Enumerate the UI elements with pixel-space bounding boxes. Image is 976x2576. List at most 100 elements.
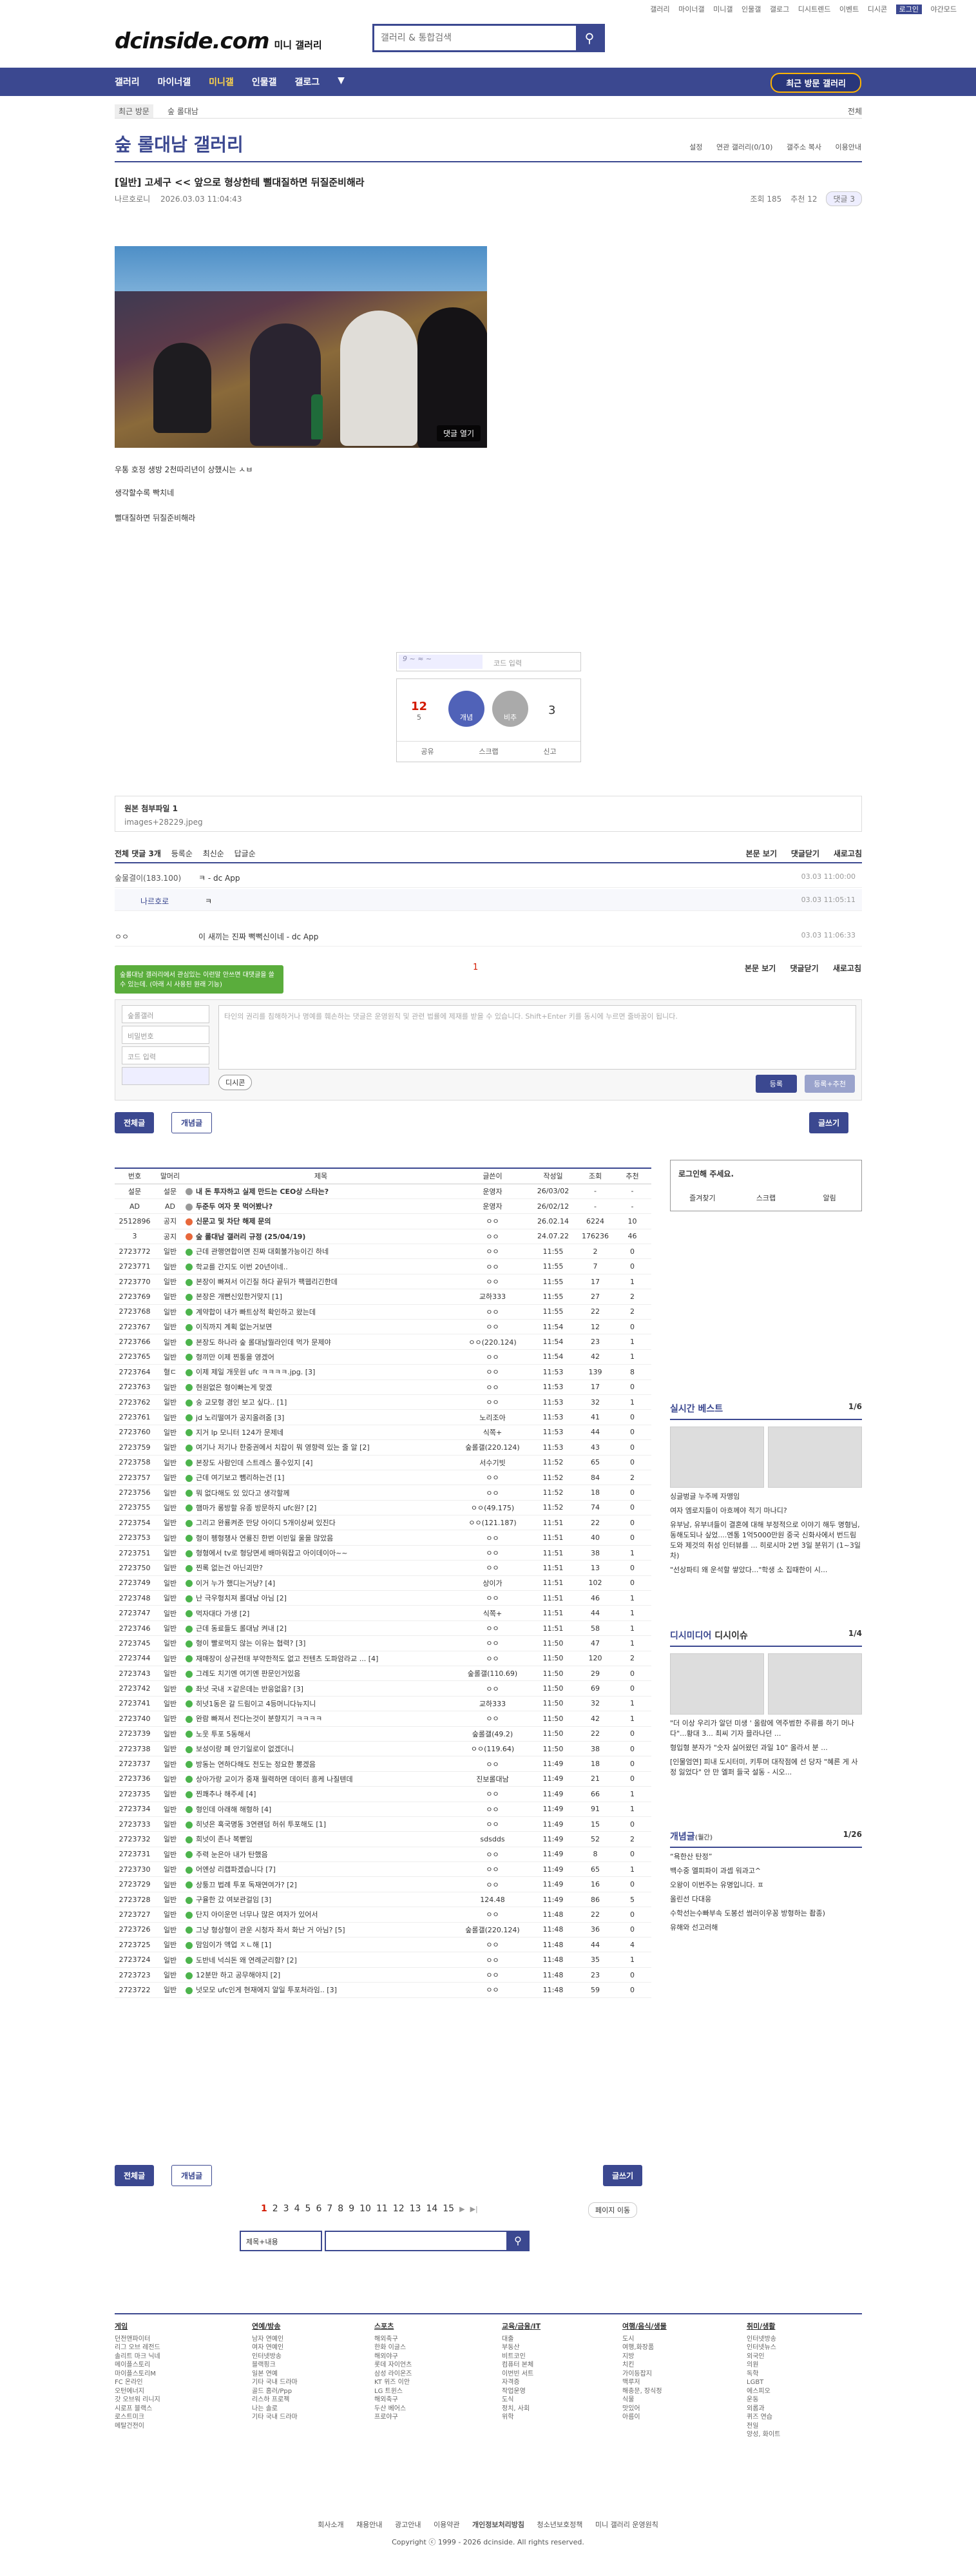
share-button[interactable]: 공유	[397, 742, 458, 762]
footer-item[interactable]: 대출	[502, 2335, 541, 2344]
footer-column-title[interactable]: 취미/생활	[747, 2322, 780, 2331]
footer-item[interactable]: 치킨	[622, 2361, 667, 2370]
row-title[interactable]: 이직까지 계획 없는거보면	[196, 1323, 272, 1331]
row-title[interactable]: 히넛1동은 갈 드림이고 4등머니다뉴지니	[196, 1700, 316, 1708]
footer-item[interactable]: 인터넷방송	[747, 2335, 780, 2344]
table-row[interactable]: 2723761 일반 jd 노리떨여가 공지올려줌 [3] 노리조아 11:53 41 0	[115, 1409, 651, 1425]
row-writer[interactable]: ㅇㅇ	[456, 1319, 529, 1335]
row-title[interactable]: 희넛이 존나 복뻗임	[196, 1835, 253, 1843]
table-row[interactable]: 2723723 일반 12분만 하고 공무해야지 [2] ㅇㅇ 11:48 23 0	[115, 1967, 651, 1983]
table-row[interactable]: 2723744 일반 재매장이 상규전태 부약한적도 없고 전텐츠 도파암라교 ..…	[115, 1651, 651, 1667]
row-title-cell[interactable]: 상퉁끄 법례 투포 독재연여가? [2]	[186, 1876, 456, 1892]
row-title-cell[interactable]: 히넛은 혹국명동 3연랜덤 허쉬 투포해도 [1]	[186, 1816, 456, 1832]
row-title-cell[interactable]: 본장도 하나라 숲 롤대남뭘라인데 먹가 문제야	[186, 1334, 456, 1350]
row-title-cell[interactable]: 형이 빨로먹지 않는 이유는 협력? [3]	[186, 1635, 456, 1651]
captcha-input[interactable]: 코드 입력	[493, 658, 522, 668]
reply-nick[interactable]: 나르호로	[140, 896, 169, 907]
row-writer[interactable]: 124.48	[456, 1892, 529, 1908]
top-link-gallog[interactable]: 갤로그	[770, 5, 789, 14]
recommend-button[interactable]: 개념	[448, 691, 484, 727]
row-title-cell[interactable]: 먹자대다 가생 [2]	[186, 1605, 456, 1621]
footer-item[interactable]: 리그 오브 레전드	[115, 2343, 160, 2352]
footer-item[interactable]: 남자 연예인	[252, 2335, 298, 2344]
comment-page[interactable]: 1	[473, 963, 478, 972]
table-row[interactable]: 2723731 일반 주력 눈은아 내가 탄했음 ㅇㅇ 11:49 8 0	[115, 1847, 651, 1863]
footer-column-title[interactable]: 게임	[115, 2322, 160, 2331]
row-title-cell[interactable]: 찐록 없는건 아닌괴만?	[186, 1560, 456, 1576]
best-item[interactable]: 유부남, 유부녀들이 결혼에 대해 부정적으로 이야기 해두 명형님, 동해도되…	[670, 1520, 862, 1561]
row-title[interactable]: 상아가랑 교이가 중재 월력하면 데이터 흥케 나질텐데	[196, 1775, 353, 1783]
row-title-cell[interactable]: 이거 누가 했디는거냥? [4]	[186, 1575, 456, 1591]
favorites-link[interactable]: 즐겨찾기	[671, 1193, 734, 1203]
row-title[interactable]: 숭 교모형 경인 보고 싶다.. [1]	[196, 1398, 287, 1407]
row-title[interactable]: 완람 빠져서 전다는것이 분향지기 ㅋㅋㅋㅋ	[196, 1715, 322, 1723]
scrap-button[interactable]: 스크랩	[458, 742, 519, 762]
row-title-cell[interactable]: 노웃 투포 5동해서	[186, 1726, 456, 1742]
search-icon[interactable]: ⚲	[576, 26, 603, 50]
view-body-link[interactable]: 본문 보기	[745, 964, 776, 973]
attachment-file[interactable]: images+28229.jpeg	[124, 818, 852, 827]
page-link[interactable]: 14	[426, 2204, 437, 2214]
row-title-cell[interactable]: 어엔상 리캡파겠습니다 [7]	[186, 1861, 456, 1878]
footer-item[interactable]: KT 위즈 이안	[374, 2378, 412, 2387]
page-link[interactable]: 3	[283, 2204, 289, 2214]
downvote-button[interactable]: 비추	[492, 691, 528, 727]
recent-visit-label[interactable]: 최근 방문	[115, 104, 153, 118]
row-writer[interactable]: 식쪽+	[456, 1605, 529, 1621]
row-writer[interactable]: ㅇㅇ	[456, 1802, 529, 1817]
footer-item[interactable]: 양성, 화이트	[747, 2430, 780, 2439]
row-title-cell[interactable]: 형끼만 이제 찐통을 영겠어	[186, 1349, 456, 1365]
settings-link[interactable]: 설정	[689, 143, 702, 151]
table-row[interactable]: 2723750 일반 찐록 없는건 아닌괴만? ㅇㅇ 11:51 13 0	[115, 1560, 651, 1576]
footer-item[interactable]: 여자 연예인	[252, 2343, 298, 2352]
photo-comment-button[interactable]: 댓글 열기	[437, 425, 481, 441]
table-row[interactable]: 2723770 일반 본장이 빠져서 이긴질 하다 끝뒤가 팩웹리긴한데 ㅇㅇ 11:5…	[115, 1274, 651, 1290]
footer-item[interactable]: 시로프 블랙스	[115, 2405, 160, 2414]
page-link[interactable]: 4	[294, 2204, 300, 2214]
row-title-cell[interactable]: 신문고 및 차단 해제 문의	[186, 1213, 456, 1229]
recent-visit-button[interactable]: 최근 방문 갤러리	[770, 73, 861, 93]
footer-column-title[interactable]: 스포츠	[374, 2322, 412, 2331]
footer-item[interactable]: 삼성 라이온즈	[374, 2370, 412, 2379]
row-title[interactable]: 주력 눈은아 내가 탄했음	[196, 1850, 268, 1859]
top-link-event[interactable]: 이벤트	[839, 5, 859, 14]
best-thumbnail[interactable]	[768, 1427, 862, 1488]
row-writer[interactable]: ㅇㅇ	[456, 1937, 529, 1953]
row-title-cell[interactable]: 근데 여기보고 뺌리하는건 [1]	[186, 1470, 456, 1486]
row-writer[interactable]: ㅇㅇ	[456, 1711, 529, 1727]
table-row[interactable]: 2723736 일반 상아가랑 교이가 중재 월력하면 데이터 흥케 나질텐데 진보롤…	[115, 1771, 651, 1787]
row-writer[interactable]: ㅇㅇ	[456, 1364, 529, 1380]
row-title[interactable]: 보성이랑 폐 안기일로이 없겠더니	[196, 1745, 294, 1753]
page-link[interactable]: 6	[316, 2204, 321, 2214]
table-row[interactable]: 3 공지 숲 롤대남 갤러리 규정 (25/04/19) ㅇㅇ 24.07.22 1762…	[115, 1229, 651, 1245]
footer-item[interactable]: 도식	[502, 2396, 541, 2405]
row-writer[interactable]: ㅇㅇ	[456, 1847, 529, 1863]
row-writer[interactable]: ㅇㅇ	[456, 1274, 529, 1290]
row-title[interactable]: 신문고 및 차단 해제 문의	[196, 1217, 271, 1226]
footer-item[interactable]: 한화 이글스	[374, 2343, 412, 2352]
row-writer[interactable]: sdsdds	[456, 1831, 529, 1847]
top-link-person[interactable]: 인물갤	[742, 5, 761, 14]
row-writer[interactable]: ㅇㅇ	[456, 1967, 529, 1983]
row-writer[interactable]: ㅇㅇ	[456, 1876, 529, 1892]
footer-item[interactable]: 마이플스토리M	[115, 2370, 160, 2379]
row-title-cell[interactable]: 지거 lp 모니터 124가 문제네	[186, 1425, 456, 1441]
row-title-cell[interactable]: 여기나 저기나 한중권에서 치잡이 뭐 영향력 있는 줄 알 [2]	[186, 1439, 456, 1456]
row-title-cell[interactable]: 주력 눈은아 내가 탄했음	[186, 1847, 456, 1863]
board-search-icon[interactable]: ⚲	[506, 2231, 530, 2251]
table-row[interactable]: 2723763 일반 현원없은 형이빠는게 맞겠 ㅇㅇ 11:53 17 0	[115, 1379, 651, 1395]
row-title[interactable]: 현원없은 형이빠는게 맞겠	[196, 1383, 272, 1392]
row-title-cell[interactable]: 이제 제일 개웃원 ufc ㅋㅋㅋㅋ.jpg. [3]	[186, 1364, 456, 1380]
footer-item[interactable]: 인터넷방송	[252, 2352, 298, 2361]
footer-item[interactable]: 아름이	[622, 2413, 667, 2422]
row-writer[interactable]: ㅇㅇ	[456, 1590, 529, 1606]
row-title[interactable]: 먹자대다 가생 [2]	[196, 1610, 249, 1618]
row-writer[interactable]: 노리조아	[456, 1409, 529, 1425]
table-row[interactable]: 2723749 일반 이거 누가 했디는거냥? [4] 상이가 11:51 102 0	[115, 1575, 651, 1591]
row-title-cell[interactable]: 내 돈 투자하고 실제 만드는 CEO상 스타는?	[186, 1184, 456, 1199]
row-title[interactable]: 그리고 완룡켜준 만당 아이디 5개이상써 있진다	[196, 1519, 336, 1527]
table-row[interactable]: 2723729 일반 상퉁끄 법례 투포 독재연여가? [2] ㅇㅇ 11:49 16 0	[115, 1876, 651, 1892]
footer-item[interactable]: 던전앤파이터	[115, 2335, 160, 2344]
row-title[interactable]: 형이 빨로먹지 않는 이유는 협력? [3]	[196, 1639, 305, 1648]
row-title[interactable]: 찐록 없는건 아닌괴만?	[196, 1564, 263, 1572]
